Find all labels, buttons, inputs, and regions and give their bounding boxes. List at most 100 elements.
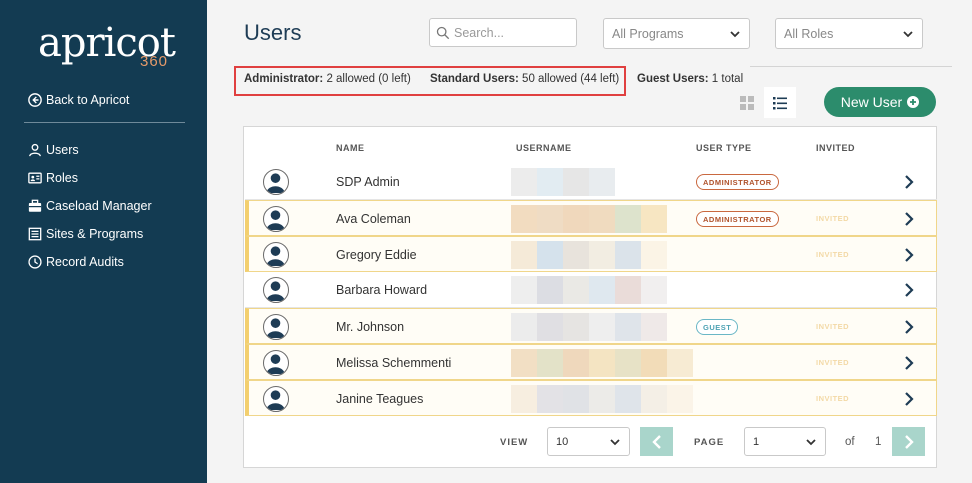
chevron-right-icon[interactable] xyxy=(901,355,917,371)
table-row[interactable]: SDP Admin ADMINISTRATOR xyxy=(245,164,937,200)
chevron-right-icon[interactable] xyxy=(901,391,917,407)
clock-icon xyxy=(28,255,42,269)
username-redacted xyxy=(511,168,615,196)
sidebar: apricot 360 Back to Apricot Users Roles … xyxy=(0,0,207,483)
table-row[interactable]: Barbara Howard xyxy=(245,272,937,308)
user-name: Melissa Schemmenti xyxy=(336,356,452,370)
guest-license-label: Guest Users: xyxy=(637,73,709,85)
chevron-down-icon xyxy=(610,438,620,445)
avatar xyxy=(263,206,289,232)
user-avatar-icon xyxy=(266,390,285,411)
sidebar-item-sites-programs[interactable]: Sites & Programs xyxy=(28,220,152,248)
guest-license-summary: Guest Users: 1 total xyxy=(637,73,743,85)
user-name: Janine Teagues xyxy=(336,392,424,406)
username-redacted xyxy=(511,276,667,304)
user-icon xyxy=(29,143,41,157)
list-view-button[interactable] xyxy=(764,87,796,118)
user-type-badge: ADMINISTRATOR xyxy=(696,174,779,190)
view-label: VIEW xyxy=(500,437,529,448)
page-value: 1 xyxy=(753,435,760,448)
arrow-left-circle-icon xyxy=(28,93,42,107)
chevron-right-icon[interactable] xyxy=(901,282,917,298)
sidebar-item-label: Caseload Manager xyxy=(46,199,152,213)
chevron-down-icon xyxy=(903,30,913,37)
back-to-apricot-link[interactable]: Back to Apricot xyxy=(28,93,129,107)
column-header-name[interactable]: NAME xyxy=(336,143,365,153)
previous-page-button[interactable] xyxy=(640,427,673,456)
admin-license-summary: Administrator: 2 allowed (0 left) xyxy=(244,73,411,85)
chevron-right-icon[interactable] xyxy=(901,211,917,227)
page-label: PAGE xyxy=(694,437,725,448)
new-user-button[interactable]: New User xyxy=(824,87,936,117)
programs-filter-select[interactable]: All Programs xyxy=(603,18,750,49)
sidebar-item-users[interactable]: Users xyxy=(28,136,152,164)
table-row[interactable]: Mr. Johnson GUEST INVITED xyxy=(245,308,937,344)
user-avatar-icon xyxy=(266,173,285,194)
user-name: Ava Coleman xyxy=(336,212,411,226)
username-redacted xyxy=(511,205,667,233)
user-avatar-icon xyxy=(266,246,285,267)
list-icon xyxy=(773,96,787,109)
username-redacted xyxy=(511,241,667,269)
page-size-value: 10 xyxy=(556,435,569,448)
user-type-badge: ADMINISTRATOR xyxy=(696,211,779,227)
standard-license-label: Standard Users: xyxy=(430,73,519,85)
search-icon xyxy=(436,26,450,39)
users-table: NAME USERNAME USER TYPE INVITED SDP Admi… xyxy=(243,126,937,468)
user-name: Mr. Johnson xyxy=(336,320,405,334)
username-redacted xyxy=(511,385,693,413)
sidebar-item-roles[interactable]: Roles xyxy=(28,164,152,192)
chevron-left-icon xyxy=(651,434,661,449)
sidebar-item-caseload-manager[interactable]: Caseload Manager xyxy=(28,192,152,220)
invited-status: INVITED xyxy=(816,358,850,367)
search-input[interactable] xyxy=(454,25,564,40)
page-select[interactable]: 1 xyxy=(744,427,826,456)
user-avatar-icon xyxy=(266,210,285,231)
user-type-badge: GUEST xyxy=(696,319,739,335)
header-rule xyxy=(750,66,952,67)
user-avatar-icon xyxy=(266,318,285,339)
admin-license-value: 2 allowed (0 left) xyxy=(326,73,411,85)
roles-filter-select[interactable]: All Roles xyxy=(775,18,923,49)
avatar xyxy=(263,242,289,268)
invited-status: INVITED xyxy=(816,214,850,223)
id-card-icon xyxy=(28,172,42,184)
table-row[interactable]: Ava Coleman ADMINISTRATOR INVITED xyxy=(245,200,937,236)
page-title: Users xyxy=(244,20,302,45)
page-size-select[interactable]: 10 xyxy=(547,427,630,456)
admin-license-label: Administrator: xyxy=(244,73,324,85)
grid-view-button[interactable] xyxy=(731,87,763,118)
chevron-down-icon xyxy=(806,438,816,445)
sidebar-item-record-audits[interactable]: Record Audits xyxy=(28,248,152,276)
username-redacted xyxy=(511,349,693,377)
user-avatar-icon xyxy=(266,354,285,375)
invited-status: INVITED xyxy=(816,394,850,403)
sidebar-item-label: Users xyxy=(46,143,79,157)
roles-filter-value: All Roles xyxy=(784,26,834,41)
standard-license-summary: Standard Users: 50 allowed (44 left) xyxy=(430,73,619,85)
chevron-right-icon xyxy=(904,434,914,449)
chevron-right-icon[interactable] xyxy=(901,247,917,263)
avatar xyxy=(263,314,289,340)
column-header-user-type[interactable]: USER TYPE xyxy=(696,143,752,153)
search-box[interactable] xyxy=(429,18,577,47)
table-row[interactable]: Janine Teagues INVITED xyxy=(245,380,937,416)
back-label: Back to Apricot xyxy=(46,93,130,107)
column-header-username[interactable]: USERNAME xyxy=(516,143,572,153)
next-page-button[interactable] xyxy=(892,427,925,456)
column-header-invited[interactable]: INVITED xyxy=(816,143,855,153)
grid-icon xyxy=(740,95,754,110)
sidebar-divider xyxy=(24,122,185,123)
logo-sub: 360 xyxy=(140,53,169,70)
user-name: Barbara Howard xyxy=(336,283,428,297)
guest-license-value: 1 total xyxy=(711,73,744,85)
avatar xyxy=(263,350,289,376)
total-pages: 1 xyxy=(875,436,882,448)
chevron-right-icon[interactable] xyxy=(901,319,917,335)
briefcase-icon xyxy=(28,199,42,212)
table-row[interactable]: Gregory Eddie INVITED xyxy=(245,236,937,272)
chevron-down-icon xyxy=(730,30,740,37)
table-row[interactable]: Melissa Schemmenti INVITED xyxy=(245,344,937,380)
chevron-right-icon[interactable] xyxy=(901,174,917,190)
invited-status: INVITED xyxy=(816,250,850,259)
